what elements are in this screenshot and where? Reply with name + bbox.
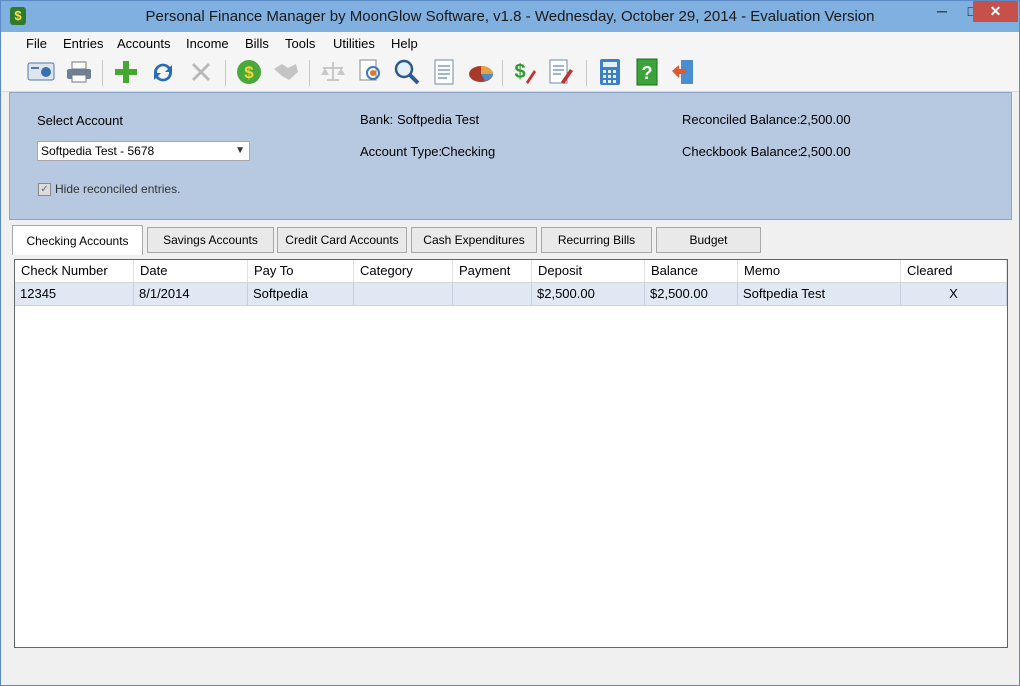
toolbar-separator (502, 60, 503, 86)
cell-payment (453, 283, 532, 305)
delete-icon[interactable] (187, 58, 215, 86)
scale-icon[interactable] (319, 58, 347, 86)
document-icon[interactable] (430, 58, 458, 86)
status-bar (1, 655, 1019, 685)
account-type-label: Account Type: (360, 144, 443, 159)
menu-tools[interactable]: Tools (285, 36, 315, 51)
calculator-icon[interactable] (596, 58, 624, 86)
cell-pay-to: Softpedia (248, 283, 354, 305)
account-select[interactable]: Softpedia Test - 5678 ▼ (37, 141, 250, 161)
transactions-table[interactable]: Check Number Date Pay To Category Paymen… (14, 259, 1008, 648)
search-doc-icon[interactable] (357, 58, 385, 86)
menu-bar: File Entries Accounts Income Bills Tools… (1, 32, 1019, 55)
tab-checking-accounts[interactable]: Checking Accounts (12, 225, 143, 255)
money-icon[interactable]: $ (235, 58, 263, 86)
checkbook-balance-value: 2,500.00 (800, 144, 851, 159)
menu-utilities[interactable]: Utilities (333, 36, 375, 51)
checkbook-balance-label: Checkbook Balance: (682, 144, 802, 159)
title-bar[interactable]: $ Personal Finance Manager by MoonGlow S… (1, 1, 1019, 32)
refresh-icon[interactable] (149, 58, 177, 86)
reconciled-balance-value: 2,500.00 (800, 112, 851, 127)
svg-text:?: ? (642, 63, 653, 83)
print-icon[interactable] (65, 58, 93, 86)
column-header-check-number[interactable]: Check Number (15, 260, 134, 282)
edit-doc-icon[interactable] (547, 58, 575, 86)
select-account-label: Select Account (37, 113, 123, 128)
app-window: $ Personal Finance Manager by MoonGlow S… (0, 0, 1020, 686)
column-header-balance[interactable]: Balance (645, 260, 738, 282)
column-header-cleared[interactable]: Cleared (901, 260, 1007, 282)
svg-text:$: $ (514, 61, 525, 83)
svg-text:$: $ (244, 63, 254, 82)
cell-date: 8/1/2014 (134, 283, 248, 305)
cell-balance: $2,500.00 (645, 283, 738, 305)
menu-bills[interactable]: Bills (245, 36, 269, 51)
menu-file[interactable]: File (26, 36, 47, 51)
toolbar-separator (225, 60, 226, 86)
column-header-memo[interactable]: Memo (738, 260, 901, 282)
column-header-deposit[interactable]: Deposit (532, 260, 645, 282)
handshake-icon[interactable] (272, 58, 300, 86)
close-button[interactable]: ✕ (973, 1, 1018, 22)
add-icon[interactable] (112, 58, 140, 86)
column-header-date[interactable]: Date (134, 260, 248, 282)
column-header-payment[interactable]: Payment (453, 260, 532, 282)
account-select-value: Softpedia Test - 5678 (41, 144, 155, 158)
magnify-icon[interactable] (393, 58, 421, 86)
cell-deposit: $2,500.00 (532, 283, 645, 305)
tab-budget[interactable]: Budget (656, 227, 761, 253)
tab-savings-accounts[interactable]: Savings Accounts (147, 227, 274, 253)
toolbar-separator (309, 60, 310, 86)
tab-cash-expenditures[interactable]: Cash Expenditures (411, 227, 537, 253)
toolbar: $ $ ? (1, 55, 1019, 92)
cell-memo: Softpedia Test (738, 283, 901, 305)
tab-credit-card-accounts[interactable]: Credit Card Accounts (277, 227, 407, 253)
hide-reconciled-checkbox[interactable]: ✓ (38, 183, 51, 196)
account-panel: Select Account Softpedia Test - 5678 ▼ ✓… (9, 92, 1012, 220)
minimize-button[interactable]: ─ (927, 1, 957, 22)
help-icon[interactable]: ? (633, 58, 661, 86)
menu-entries[interactable]: Entries (63, 36, 103, 51)
reconciled-balance-label: Reconciled Balance: (682, 112, 801, 127)
table-row[interactable]: 12345 8/1/2014 Softpedia $2,500.00 $2,50… (15, 283, 1007, 306)
account-view-icon[interactable] (27, 58, 55, 86)
chevron-down-icon: ▼ (235, 145, 245, 156)
bank-value: Softpedia Test (397, 112, 480, 127)
cell-category (354, 283, 453, 305)
toolbar-separator (102, 60, 103, 86)
menu-accounts[interactable]: Accounts (117, 36, 170, 51)
account-type-value: Checking (441, 144, 496, 159)
bank-label: Bank: (360, 112, 394, 127)
cell-check-number: 12345 (15, 283, 134, 305)
tab-recurring-bills[interactable]: Recurring Bills (541, 227, 652, 253)
pie-chart-icon[interactable] (467, 58, 495, 86)
column-header-category[interactable]: Category (354, 260, 453, 282)
account-tabs: Checking Accounts Savings Accounts Credi… (9, 225, 1012, 255)
toolbar-separator (586, 60, 587, 86)
column-header-pay-to[interactable]: Pay To (248, 260, 354, 282)
menu-income[interactable]: Income (186, 36, 229, 51)
menu-help[interactable]: Help (391, 36, 418, 51)
cell-cleared: X (901, 283, 1007, 305)
hide-reconciled-label: Hide reconciled entries. (55, 182, 181, 196)
window-title: Personal Finance Manager by MoonGlow Sof… (145, 8, 875, 25)
edit-money-icon[interactable]: $ (510, 58, 538, 86)
exit-icon[interactable] (669, 58, 697, 86)
